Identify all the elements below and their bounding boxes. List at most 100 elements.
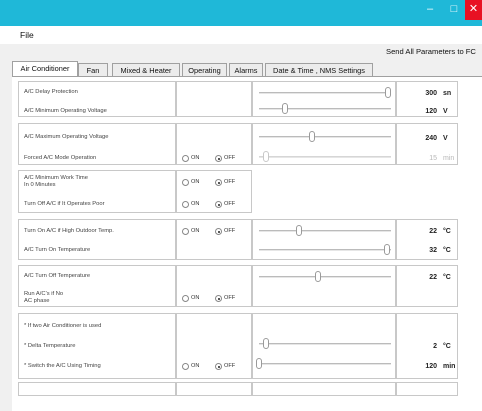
slider-thumb[interactable] [308, 131, 315, 142]
tab-alarms[interactable]: Alarms [229, 63, 263, 76]
row-label: Turn Off A/C if It Operates Poor [24, 201, 105, 207]
row-unit: °C [443, 247, 451, 254]
forced-mode-off-radio[interactable] [215, 155, 222, 162]
slider-thumb[interactable] [262, 151, 269, 162]
forced-mode-on-radio[interactable] [182, 155, 189, 162]
tab-mixed-heater[interactable]: Mixed & Heater [112, 63, 180, 76]
slider-cell [252, 313, 396, 379]
row-unit: V [443, 135, 448, 142]
slider-cell [252, 81, 396, 117]
no-ac-phase-off-radio[interactable] [215, 295, 222, 302]
radio-on-label: ON [191, 363, 200, 369]
air-conditioner-panel: A/C Delay Protection A/C Minimum Operati… [12, 76, 482, 411]
row-value: 120 [425, 108, 437, 115]
high-outdoor-temp-off-radio[interactable] [215, 228, 222, 235]
timing-switch-off-radio[interactable] [215, 363, 222, 370]
max-voltage-slider[interactable] [259, 131, 391, 142]
row-label: Turn On A/C if High Outdoor Temp. [24, 228, 114, 234]
row-label: A/C Maximum Operating Voltage [24, 134, 109, 140]
slider-track [259, 136, 391, 138]
tab-air-conditioner[interactable]: Air Conditioner [12, 61, 78, 77]
radio-on-label: ON [191, 201, 200, 207]
row-unit: °C [443, 228, 451, 235]
close-button[interactable]: ✕ [465, 0, 482, 20]
slider-thumb[interactable] [282, 103, 289, 114]
row-label: A/C Delay Protection [24, 89, 78, 95]
slider-track [259, 108, 391, 110]
value-cell: 240 V 15 min [396, 123, 458, 165]
radio-off-label: OFF [224, 155, 236, 161]
row-label: Run A/C's if No AC phase [24, 291, 64, 304]
slider-track [259, 92, 391, 94]
row-value: 15 [429, 155, 437, 162]
label-cell: A/C Turn Off Temperature Run A/C's if No… [18, 265, 176, 307]
value-cell: 22 °C 32 °C [396, 219, 458, 260]
radio-off-label: OFF [224, 201, 236, 207]
tab-fan[interactable]: Fan [78, 63, 108, 76]
row-value: 120 [425, 363, 437, 370]
label-cell: A/C Minimum Work Time In 0 Minutes Turn … [18, 170, 176, 213]
slider-thumb[interactable] [315, 271, 322, 282]
minimize-button[interactable]: – [417, 0, 443, 20]
slider-track [259, 363, 391, 365]
send-all-parameters-button[interactable]: Send All Parameters to FC [386, 47, 476, 56]
slider-cell [252, 123, 396, 165]
tab-date-time-nms[interactable]: Date & Time , NMS Settings [265, 63, 373, 76]
turn-on-temp-slider[interactable] [259, 244, 391, 255]
radio-off-label: OFF [224, 295, 236, 301]
empty-cell [18, 382, 176, 396]
row-label: A/C Turn On Temperature [24, 247, 91, 253]
radio-cell: ON OFF [176, 313, 252, 379]
slider-track [259, 276, 391, 278]
maximize-button[interactable]: □ [443, 0, 465, 20]
row-label: A/C Minimum Work Time In 0 Minutes [24, 175, 88, 188]
radio-cell: ON OFF ON OFF [176, 170, 252, 213]
operates-poor-off-radio[interactable] [215, 201, 222, 208]
timing-slider[interactable] [256, 358, 391, 369]
radio-on-label: ON [191, 228, 200, 234]
tab-operating[interactable]: Operating [182, 63, 227, 76]
row-label: * Delta Temperature [24, 343, 76, 349]
delta-temp-slider[interactable] [259, 338, 391, 349]
menu-file[interactable]: File [20, 30, 34, 40]
radio-off-label: OFF [224, 179, 236, 185]
min-work-time-off-radio[interactable] [215, 179, 222, 186]
radio-cell: ON OFF [176, 265, 252, 307]
row-label: Forced A/C Mode Operation [24, 155, 97, 161]
row-unit: °C [443, 274, 451, 281]
min-voltage-slider[interactable] [259, 103, 391, 114]
timing-switch-on-radio[interactable] [182, 363, 189, 370]
slider-thumb[interactable] [256, 358, 262, 369]
label-cell: A/C Delay Protection A/C Minimum Operati… [18, 81, 176, 117]
high-outdoor-temp-slider[interactable] [259, 225, 391, 236]
min-work-time-on-radio[interactable] [182, 179, 189, 186]
empty-cell [396, 382, 458, 396]
row-label: * Switch the A/C Using Timing [24, 363, 101, 369]
label-cell: Turn On A/C if High Outdoor Temp. A/C Tu… [18, 219, 176, 260]
value-cell: 22 °C [396, 265, 458, 307]
empty-cell [252, 382, 396, 396]
row-value: 22 [429, 274, 437, 281]
row-label: A/C Minimum Operating Voltage [24, 108, 107, 114]
radio-on-label: ON [191, 179, 200, 185]
window-title-bar: – □ ✕ [0, 0, 482, 26]
slider-thumb[interactable] [262, 338, 269, 349]
operates-poor-on-radio[interactable] [182, 201, 189, 208]
delay-protection-slider[interactable] [259, 87, 392, 98]
row-unit: min [443, 155, 455, 162]
slider-thumb[interactable] [295, 225, 302, 236]
row-unit: V [443, 108, 448, 115]
slider-thumb[interactable] [385, 87, 392, 98]
row-value: 2 [433, 343, 437, 350]
radio-on-label: ON [191, 155, 200, 161]
radio-cell: ON OFF [176, 219, 252, 260]
high-outdoor-temp-on-radio[interactable] [182, 228, 189, 235]
slider-cell [252, 219, 396, 260]
slider-track [259, 343, 391, 345]
slider-thumb[interactable] [384, 244, 391, 255]
label-cell: A/C Maximum Operating Voltage Forced A/C… [18, 123, 176, 165]
forced-mode-slider[interactable] [259, 151, 391, 162]
no-ac-phase-on-radio[interactable] [182, 295, 189, 302]
slider-track [259, 249, 391, 251]
turn-off-temp-slider[interactable] [259, 271, 391, 282]
